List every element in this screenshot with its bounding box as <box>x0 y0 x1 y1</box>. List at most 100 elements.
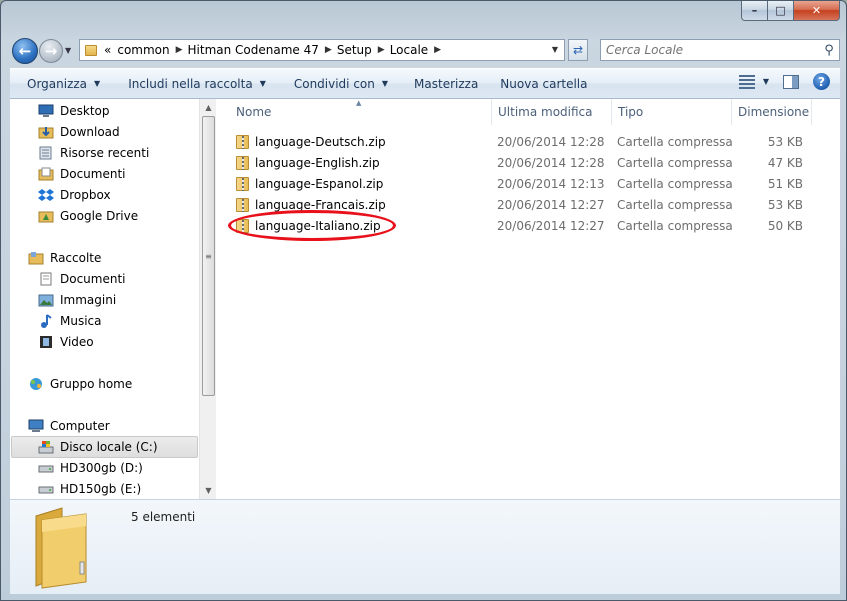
zip-folder-icon <box>236 218 249 233</box>
breadcrumb-common[interactable]: common <box>117 40 169 60</box>
column-header-name[interactable]: Nome <box>230 99 492 125</box>
file-name-cell: language-Deutsch.zip <box>236 131 386 152</box>
google-drive-icon <box>38 208 54 224</box>
homegroup-icon <box>28 376 44 392</box>
sidebar-item-label: HD150gb (E:) <box>60 482 142 496</box>
maximize-button[interactable]: □ <box>768 1 794 21</box>
file-row[interactable]: language-Deutsch.zip 20/06/2014 12:28 Ca… <box>226 131 840 152</box>
file-row[interactable]: language-English.zip 20/06/2014 12:28 Ca… <box>226 152 840 173</box>
download-folder-icon <box>38 124 54 140</box>
forward-button[interactable]: → <box>39 39 63 63</box>
sidebar-item-computer[interactable]: Computer <box>28 416 110 436</box>
sidebar-item-label: Google Drive <box>60 209 139 223</box>
file-row[interactable]: language-Espanol.zip 20/06/2014 12:13 Ca… <box>226 173 840 194</box>
file-modified: 20/06/2014 12:27 <box>497 197 605 212</box>
include-in-library-button[interactable]: Includi nella raccolta ▼ <box>120 72 274 95</box>
search-icon[interactable]: ⚲ <box>819 43 839 58</box>
chevron-down-icon: ▼ <box>94 79 101 88</box>
address-dropdown-icon[interactable]: ▼ <box>552 45 558 54</box>
back-button[interactable]: ← <box>12 38 38 64</box>
breadcrumb-chevron-icon[interactable]: ▶ <box>325 45 332 55</box>
file-row[interactable]: language-Francais.zip 20/06/2014 12:27 C… <box>226 194 840 215</box>
sidebar-item-libraries[interactable]: Raccolte <box>28 248 101 268</box>
sidebar-item-homegroup[interactable]: Gruppo home <box>28 374 132 394</box>
sidebar-item-label: HD300gb (D:) <box>60 461 143 475</box>
content-area: Desktop Download Risorse recenti Documen… <box>10 99 840 499</box>
sidebar-item-drive-d[interactable]: HD300gb (D:) <box>38 458 143 478</box>
breadcrumb-locale[interactable]: Locale <box>390 40 428 60</box>
file-size: 53 KB <box>767 197 803 212</box>
sidebar-item-dropbox[interactable]: Dropbox <box>38 185 111 205</box>
file-row[interactable]: language-Italiano.zip 20/06/2014 12:27 C… <box>226 215 840 236</box>
file-type: Cartella compressa <box>617 134 733 149</box>
minimize-button[interactable]: – <box>741 1 768 21</box>
sidebar-item-recent-places[interactable]: Risorse recenti <box>38 143 149 163</box>
caption-buttons: – □ ✕ <box>741 1 840 21</box>
breadcrumb-chevron-icon[interactable]: ▶ <box>434 45 441 55</box>
file-list: ▲ Nome Ultima modifica Tipo Dimensione l… <box>226 99 840 499</box>
file-name: language-Italiano.zip <box>255 218 381 233</box>
computer-icon <box>28 418 44 434</box>
zip-folder-icon <box>236 155 249 170</box>
chevron-down-icon: ▼ <box>762 77 769 86</box>
breadcrumb-overflow[interactable]: « <box>104 40 111 60</box>
details-pane: 5 elementi <box>10 499 840 594</box>
breadcrumb-setup[interactable]: Setup <box>337 40 372 60</box>
sidebar-item-lib-documents[interactable]: Documenti <box>38 269 126 289</box>
video-icon <box>38 334 54 350</box>
file-size: 50 KB <box>767 218 803 233</box>
sidebar-item-music[interactable]: Musica <box>38 311 102 331</box>
sidebar-item-label: Video <box>60 335 94 349</box>
include-label: Includi nella raccolta <box>128 76 253 91</box>
hard-drive-icon <box>38 481 54 497</box>
view-controls: ▼ ? <box>738 73 830 90</box>
change-view-button[interactable]: ▼ <box>738 74 769 89</box>
organize-button[interactable]: Organizza ▼ <box>19 72 108 95</box>
sidebar-item-download[interactable]: Download <box>38 122 120 142</box>
search-input[interactable] <box>606 41 819 59</box>
navigation-scrollbar[interactable]: ▲ ≡ ▼ <box>199 99 216 499</box>
scroll-up-arrow-icon[interactable]: ▲ <box>200 99 216 116</box>
column-header-modified[interactable]: Ultima modifica <box>492 99 612 125</box>
scroll-thumb[interactable]: ≡ <box>202 116 215 396</box>
sidebar-item-label: Download <box>60 125 120 139</box>
refresh-button[interactable]: ⇄ <box>568 39 588 61</box>
file-type: Cartella compressa <box>617 155 733 170</box>
chevron-down-icon: ▼ <box>381 79 389 88</box>
zip-folder-icon <box>236 197 249 212</box>
sidebar-item-pictures[interactable]: Immagini <box>38 290 116 310</box>
breadcrumb-chevron-icon[interactable]: ▶ <box>176 45 183 55</box>
burn-button[interactable]: Masterizza <box>406 72 486 95</box>
scroll-down-arrow-icon[interactable]: ▼ <box>200 482 216 499</box>
sidebar-item-drive-e[interactable]: HD150gb (E:) <box>38 479 141 499</box>
search-box[interactable]: ⚲ <box>600 39 840 61</box>
column-header-size[interactable]: Dimensione <box>732 99 812 125</box>
sidebar-item-drive-c[interactable]: Disco locale (C:) <box>11 436 198 458</box>
documents-icon <box>38 271 54 287</box>
share-with-button[interactable]: Condividi con ▼ <box>286 72 396 95</box>
recent-pages-dropdown[interactable]: ▼ <box>65 46 71 55</box>
file-name: language-Francais.zip <box>255 197 386 212</box>
new-folder-button[interactable]: Nuova cartella <box>492 72 595 95</box>
close-button[interactable]: ✕ <box>794 1 840 21</box>
help-icon[interactable]: ? <box>813 73 830 90</box>
column-header-type[interactable]: Tipo <box>612 99 732 125</box>
system-drive-icon <box>38 439 54 455</box>
sidebar-item-video[interactable]: Video <box>38 332 94 352</box>
file-modified: 20/06/2014 12:13 <box>497 176 605 191</box>
breadcrumb-hitman[interactable]: Hitman Codename 47 <box>188 40 319 60</box>
file-type: Cartella compressa <box>617 197 733 212</box>
sidebar-item-label: Gruppo home <box>50 377 133 391</box>
sidebar-item-label: Documenti <box>60 167 126 181</box>
breadcrumb-chevron-icon[interactable]: ▶ <box>378 45 385 55</box>
zip-folder-icon <box>236 134 249 149</box>
sidebar-item-desktop[interactable]: Desktop <box>38 101 110 121</box>
sidebar-item-documents[interactable]: Documenti <box>38 164 126 184</box>
documents-folder-icon <box>38 166 54 182</box>
back-arrow-icon: ← <box>18 42 32 60</box>
organize-label: Organizza <box>27 76 88 91</box>
address-bar[interactable]: « common ▶ Hitman Codename 47 ▶ Setup ▶ … <box>79 39 565 61</box>
zip-folder-icon <box>236 176 249 191</box>
sidebar-item-google-drive[interactable]: Google Drive <box>38 206 138 226</box>
preview-pane-icon[interactable] <box>783 74 799 89</box>
